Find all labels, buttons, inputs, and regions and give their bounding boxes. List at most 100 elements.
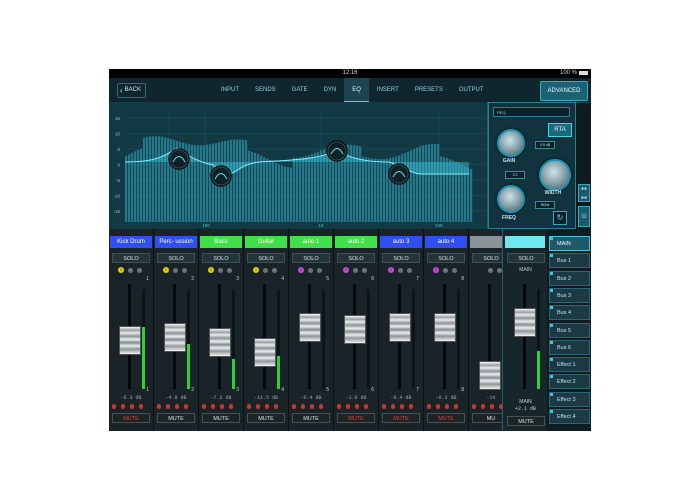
rta-bar xyxy=(200,145,203,222)
main-name-field[interactable] xyxy=(505,236,545,248)
comp-indicator-icon xyxy=(346,404,350,409)
channel-fader[interactable] xyxy=(164,323,186,353)
db-readout: -7.2 dB xyxy=(210,395,232,401)
channel-fader[interactable] xyxy=(434,312,456,342)
solo-button[interactable]: SOLO xyxy=(112,253,150,263)
channel-fader[interactable] xyxy=(119,326,141,356)
bus-item-bus-1[interactable]: Bus 1 xyxy=(549,253,590,269)
tab-gate[interactable]: GATE xyxy=(284,78,316,102)
channel-fader[interactable] xyxy=(299,312,321,342)
eq-curve-display[interactable]: 151050-5-10-15100 1K 10K xyxy=(109,102,487,229)
channel-fader[interactable] xyxy=(344,314,366,344)
channel-name[interactable]: auto 3 xyxy=(380,236,422,248)
mute-button[interactable]: MUTE xyxy=(292,413,330,423)
bus-item-effect-2[interactable]: Effect 2 xyxy=(549,374,590,390)
bus-item-main[interactable]: MAIN xyxy=(549,236,590,251)
channel-fader[interactable] xyxy=(389,312,411,342)
bus-item-effect-4[interactable]: Effect 4 xyxy=(549,409,590,424)
fx-indicator-icon xyxy=(319,404,323,409)
solo-button[interactable]: SOLO xyxy=(427,253,465,263)
eq-band-node-4[interactable] xyxy=(388,163,410,185)
solo-button[interactable]: SOLO xyxy=(292,253,330,263)
link-icon[interactable]: ●● ●● xyxy=(578,184,590,202)
channel-fader[interactable] xyxy=(254,337,276,367)
mute-button[interactable]: MUTE xyxy=(202,413,240,423)
bus-item-effect-1[interactable]: Effect 1 xyxy=(549,357,590,373)
channel-name[interactable]: Guitar xyxy=(245,236,287,248)
gate-indicator-icon xyxy=(292,404,296,409)
bus-item-bus-4[interactable]: Bus 4 xyxy=(549,305,590,321)
rta-bar xyxy=(197,145,200,222)
channel-strip: Perc- ussion SOLO 1 2 2 -4.9 dB MUTE xyxy=(154,229,199,431)
channel-name[interactable]: auto 4 xyxy=(425,236,467,248)
channel-name[interactable]: Perc- ussion xyxy=(155,236,197,248)
channel-name[interactable]: Kick Drum xyxy=(110,236,152,248)
main-fader[interactable] xyxy=(514,308,536,338)
tab-bar: INPUT SENDS GATE DYN EQ INSERT PRESETS OUTPUT xyxy=(213,78,492,102)
eq-graph[interactable]: 15 10 5 0 -5 -10 -15 100 1K 10K xyxy=(109,102,488,229)
eq-indicator-icon xyxy=(355,404,359,409)
solo-button[interactable]: SOLO xyxy=(202,253,240,263)
main-mute-button[interactable]: MUTE xyxy=(507,416,545,426)
channel-fader[interactable] xyxy=(209,328,231,358)
tab-sends[interactable]: SENDS xyxy=(247,78,284,102)
eq-band-node-1[interactable] xyxy=(168,148,190,170)
bus-item-bus-5[interactable]: Bus 5 xyxy=(549,322,590,338)
dca-badge: 2 xyxy=(433,267,439,273)
rta-bar xyxy=(383,158,386,222)
rta-bar xyxy=(149,136,152,222)
channel-name[interactable]: Bass xyxy=(200,236,242,248)
solo-button[interactable]: SOLO xyxy=(157,253,195,263)
tab-presets[interactable]: PRESETS xyxy=(407,78,451,102)
mute-button[interactable]: MUTE xyxy=(157,413,195,423)
db-readout: -0.4 dB xyxy=(390,395,412,401)
mute-button[interactable]: MUTE xyxy=(427,413,465,423)
bus-item-bus-6[interactable]: Bus 6 xyxy=(549,339,590,355)
rta-button[interactable]: RTA xyxy=(548,123,572,137)
solo-button[interactable]: SOLO xyxy=(247,253,285,263)
rta-bar xyxy=(125,156,128,222)
mute-button[interactable]: MUTE xyxy=(247,413,285,423)
rta-bar xyxy=(242,139,245,222)
channel-name[interactable]: auto 1 xyxy=(290,236,332,248)
rta-bar xyxy=(296,157,299,222)
bus-item-bus-2[interactable]: Bus 2 xyxy=(549,270,590,286)
freq-knob[interactable] xyxy=(497,185,525,213)
advanced-button[interactable]: ADVANCED xyxy=(540,81,588,101)
eq-band-node-2[interactable] xyxy=(210,165,232,187)
channel-fader[interactable] xyxy=(479,360,501,390)
channel-strip: Guitar SOLO 1 4 4 -11.5 dB MUTE xyxy=(244,229,289,431)
mute-button[interactable]: MUTE xyxy=(382,413,420,423)
mute-button[interactable]: MUTE xyxy=(112,413,150,423)
gain-knob[interactable] xyxy=(497,129,525,157)
width-knob[interactable] xyxy=(539,159,571,191)
tab-output[interactable]: OUTPUT xyxy=(451,78,492,102)
power-icon[interactable]: ⏻ xyxy=(578,206,590,227)
clip-indicator xyxy=(362,268,367,273)
tab-insert[interactable]: INSERT xyxy=(369,78,407,102)
bus-item-bus-3[interactable]: Bus 3 xyxy=(549,287,590,303)
rta-bar xyxy=(428,144,431,222)
eq-indicator-icon xyxy=(220,404,224,409)
rta-bar xyxy=(203,145,206,222)
rta-bar xyxy=(356,145,359,222)
eq-type-select[interactable]: PEQ xyxy=(493,107,570,117)
rta-bar xyxy=(371,158,374,222)
processing-indicators xyxy=(112,404,150,410)
eq-band-node-3[interactable] xyxy=(326,140,348,162)
main-solo-button[interactable]: SOLO xyxy=(507,253,545,263)
mute-button[interactable]: MUTE xyxy=(337,413,375,423)
back-button[interactable]: ‹ BACK xyxy=(117,83,147,98)
tab-dyn[interactable]: DYN xyxy=(316,78,345,102)
solo-button[interactable]: SOLO xyxy=(382,253,420,263)
db-readout: -4.9 dB xyxy=(165,395,187,401)
tab-input[interactable]: INPUT xyxy=(213,78,247,102)
channel-name[interactable]: auto 2 xyxy=(335,236,377,248)
reset-icon[interactable]: ↻ xyxy=(553,211,567,225)
rta-bar xyxy=(380,159,383,222)
tab-eq[interactable]: EQ xyxy=(344,78,369,102)
solo-button[interactable]: SOLO xyxy=(337,253,375,263)
bus-item-effect-3[interactable]: Effect 3 xyxy=(549,391,590,407)
eq-type-label: PEQ xyxy=(497,110,506,115)
eq-indicator-icon xyxy=(490,404,494,409)
